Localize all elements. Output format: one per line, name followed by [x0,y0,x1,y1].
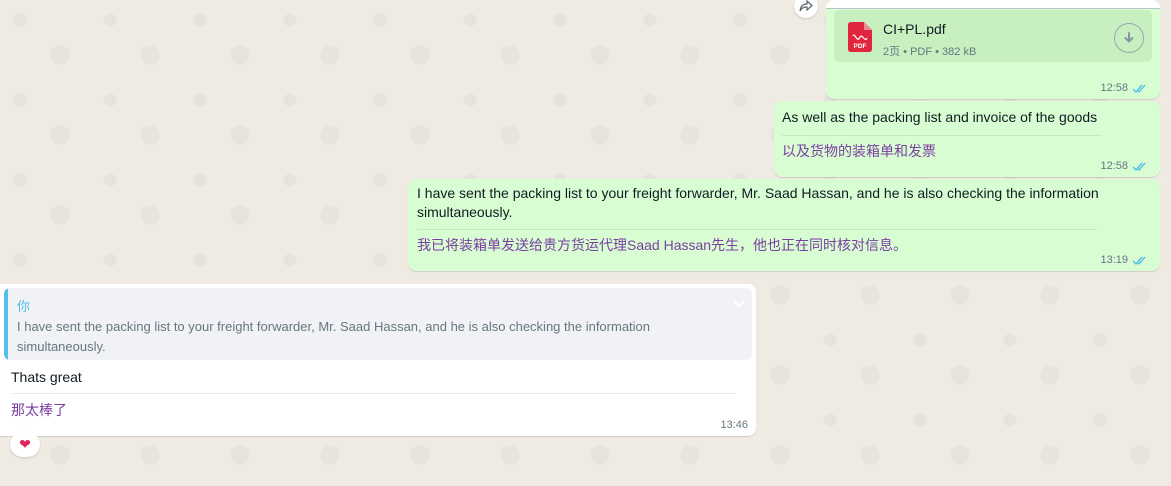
message-reply-incoming[interactable]: 你 I have sent the packing list to your f… [0,284,756,436]
message-text-english: Thats great [11,369,82,385]
reaction-emoji: ❤ [19,436,31,452]
message-timestamp: 12:58 [1100,82,1148,94]
read-ticks-icon [1132,162,1146,171]
heart-reaction-icon[interactable]: ❤ [10,432,40,457]
quote-text: I have sent the packing list to your fre… [17,319,651,354]
read-ticks-icon [1132,256,1146,265]
document-message[interactable]: PDF CI+PL.pdf 2页 • PDF • 382 kB 12:58 [826,0,1160,99]
pdf-icon: PDF [848,22,872,52]
message-text-translation: 以及货物的装箱单和发票 [782,143,936,159]
document-file-meta: 2页 • PDF • 382 kB [883,46,977,58]
document-preview-strip [826,0,1160,9]
quoted-message[interactable]: 你 I have sent the packing list to your f… [4,288,752,360]
chevron-down-icon[interactable] [718,292,746,314]
quote-accent-bar [4,288,8,360]
message-text-translation: 那太棒了 [11,402,67,418]
translation-divider [11,393,736,394]
message-text-english: I have sent the packing list to your fre… [417,185,1099,220]
message-timestamp: 13:19 [1100,254,1148,266]
read-ticks-icon [1132,84,1146,93]
message-timestamp: 13:46 [720,419,748,431]
message-timestamp: 12:58 [1100,160,1148,172]
message-freight-forwarder[interactable]: I have sent the packing list to your fre… [408,179,1160,271]
translation-divider [417,229,1097,230]
download-icon[interactable] [1114,23,1144,53]
message-packing-invoice[interactable]: As well as the packing list and invoice … [774,101,1160,177]
document-card[interactable]: PDF CI+PL.pdf 2页 • PDF • 382 kB [834,10,1152,62]
quote-author: 你 [17,299,31,314]
pdf-badge: PDF [854,43,867,50]
document-file-name: CI+PL.pdf [883,21,946,37]
message-text-translation: 我已将装箱单发送给贵方货运代理Saad Hassan先生，他也正在同时核对信息。 [417,237,908,253]
message-text-english: As well as the packing list and invoice … [782,109,1098,125]
translation-divider [782,135,1102,136]
